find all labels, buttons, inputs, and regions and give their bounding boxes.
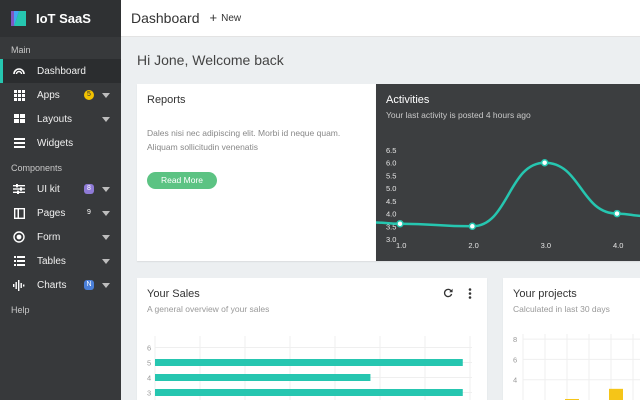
activities-chart: 3.03.54.04.55.05.56.06.51.0 2.0 3.0 4.0	[376, 146, 640, 250]
activities-card: Activities Your last activity is posted …	[376, 84, 640, 261]
sidebar-item-form[interactable]: Form	[0, 225, 121, 249]
bar	[155, 359, 463, 366]
brand[interactable]: IoT SaaS	[0, 0, 121, 37]
gauge-icon	[13, 65, 25, 77]
sidebar-item-label: Layouts	[37, 113, 73, 125]
welcome-message: Hi Jone, Welcome back	[137, 52, 284, 68]
sidebar: IoT SaaS Main Dashboard Apps 5 Layouts W…	[0, 0, 121, 400]
projects-chart: 8 6 4	[513, 334, 640, 400]
projects-card: Your projects Calculated in last 30 days…	[503, 278, 640, 400]
read-more-button[interactable]: Read More	[147, 172, 217, 189]
reports-title: Reports	[147, 94, 186, 106]
y-tick-label: 5.0	[386, 184, 396, 193]
sales-chart: 6 5 4 3	[147, 336, 472, 400]
sidebar-item-label: Charts	[37, 279, 67, 291]
sidebar-item-pages[interactable]: Pages 9	[0, 201, 121, 225]
chevron-down-icon	[102, 92, 112, 98]
chevron-down-icon	[102, 210, 112, 216]
sidebar-item-label: UI kit	[37, 183, 60, 195]
table-icon	[13, 255, 25, 267]
plus-icon: +	[209, 10, 218, 25]
topbar: Dashboard + New	[121, 0, 640, 37]
y-tick-label: 6	[513, 355, 517, 364]
apps-badge: 5	[84, 90, 94, 100]
sidebar-item-label: Widgets	[37, 137, 74, 149]
page-title: Dashboard	[131, 10, 200, 26]
x-tick-label: 1.0	[396, 241, 406, 250]
data-point	[396, 219, 404, 228]
charts-badge: N	[84, 280, 94, 290]
sidebar-item-label: Form	[37, 231, 61, 243]
x-tick-label: 3.0	[541, 241, 551, 250]
y-tick-label: 6.5	[386, 146, 396, 155]
sidebar-item-label: Apps	[37, 89, 60, 101]
x-tick-label: 2.0	[468, 241, 478, 250]
y-tick-label: 6	[147, 344, 151, 353]
bar	[609, 388, 623, 400]
y-tick-label: 4.5	[386, 197, 396, 206]
sidebar-item-tables[interactable]: Tables	[0, 249, 121, 273]
sidebar-item-label: Pages	[37, 207, 66, 219]
new-button-label: New	[221, 12, 242, 24]
sales-card: Your Sales A general overview of your sa…	[137, 278, 487, 400]
reports-text: Dales nisi nec adipiscing elit. Morbi id…	[147, 128, 341, 152]
y-tick-label: 5.5	[386, 171, 396, 180]
sidebar-item-apps[interactable]: Apps 5	[0, 83, 121, 107]
y-tick-label: 8	[513, 335, 517, 344]
section-label-help[interactable]: Help	[0, 297, 121, 319]
layout-icon	[13, 113, 25, 125]
y-tick-label: 4.0	[386, 210, 396, 219]
y-tick-label: 4	[147, 374, 151, 383]
data-point	[540, 158, 549, 167]
bar	[155, 374, 371, 381]
sidebar-item-label: Tables	[37, 255, 66, 267]
book-icon	[13, 207, 25, 219]
y-tick-label: 5	[147, 359, 151, 368]
radio-icon	[13, 231, 25, 243]
reports-card: Reports Dales nisi nec adipiscing elit. …	[137, 84, 376, 261]
pages-badge: 9	[87, 209, 91, 216]
y-tick-label: 3	[147, 389, 151, 398]
ui-kit-badge: 8	[84, 184, 94, 194]
logo-icon	[11, 11, 26, 26]
y-tick-label: 4	[513, 376, 517, 385]
section-label-main: Main	[11, 45, 31, 55]
y-tick-label: 6.0	[386, 159, 396, 168]
x-tick-label: 4.0	[613, 241, 623, 250]
sidebar-item-charts[interactable]: Charts N	[0, 273, 121, 297]
y-tick-label: 3.0	[386, 235, 396, 244]
sidebar-item-ui-kit[interactable]: UI kit 8	[0, 177, 121, 201]
sidebar-item-dashboard[interactable]: Dashboard	[0, 59, 121, 83]
chevron-down-icon	[102, 234, 112, 240]
app-name: IoT SaaS	[36, 11, 91, 26]
series-line	[376, 161, 640, 228]
chevron-down-icon	[102, 186, 112, 192]
chevron-down-icon	[102, 282, 112, 288]
sidebar-item-widgets[interactable]: Widgets	[0, 131, 121, 155]
wave-icon	[13, 279, 25, 291]
sliders-icon	[13, 183, 25, 195]
section-label-components: Components	[11, 163, 63, 173]
bar	[155, 389, 463, 396]
chevron-down-icon	[102, 116, 112, 122]
chevron-down-icon	[102, 258, 112, 264]
grid-icon	[13, 89, 25, 101]
sidebar-item-layouts[interactable]: Layouts	[0, 107, 121, 131]
data-point	[468, 222, 477, 231]
sidebar-item-label: Dashboard	[37, 65, 86, 77]
list-icon	[13, 137, 25, 149]
new-button[interactable]: + New	[209, 10, 242, 25]
data-point	[613, 209, 621, 218]
